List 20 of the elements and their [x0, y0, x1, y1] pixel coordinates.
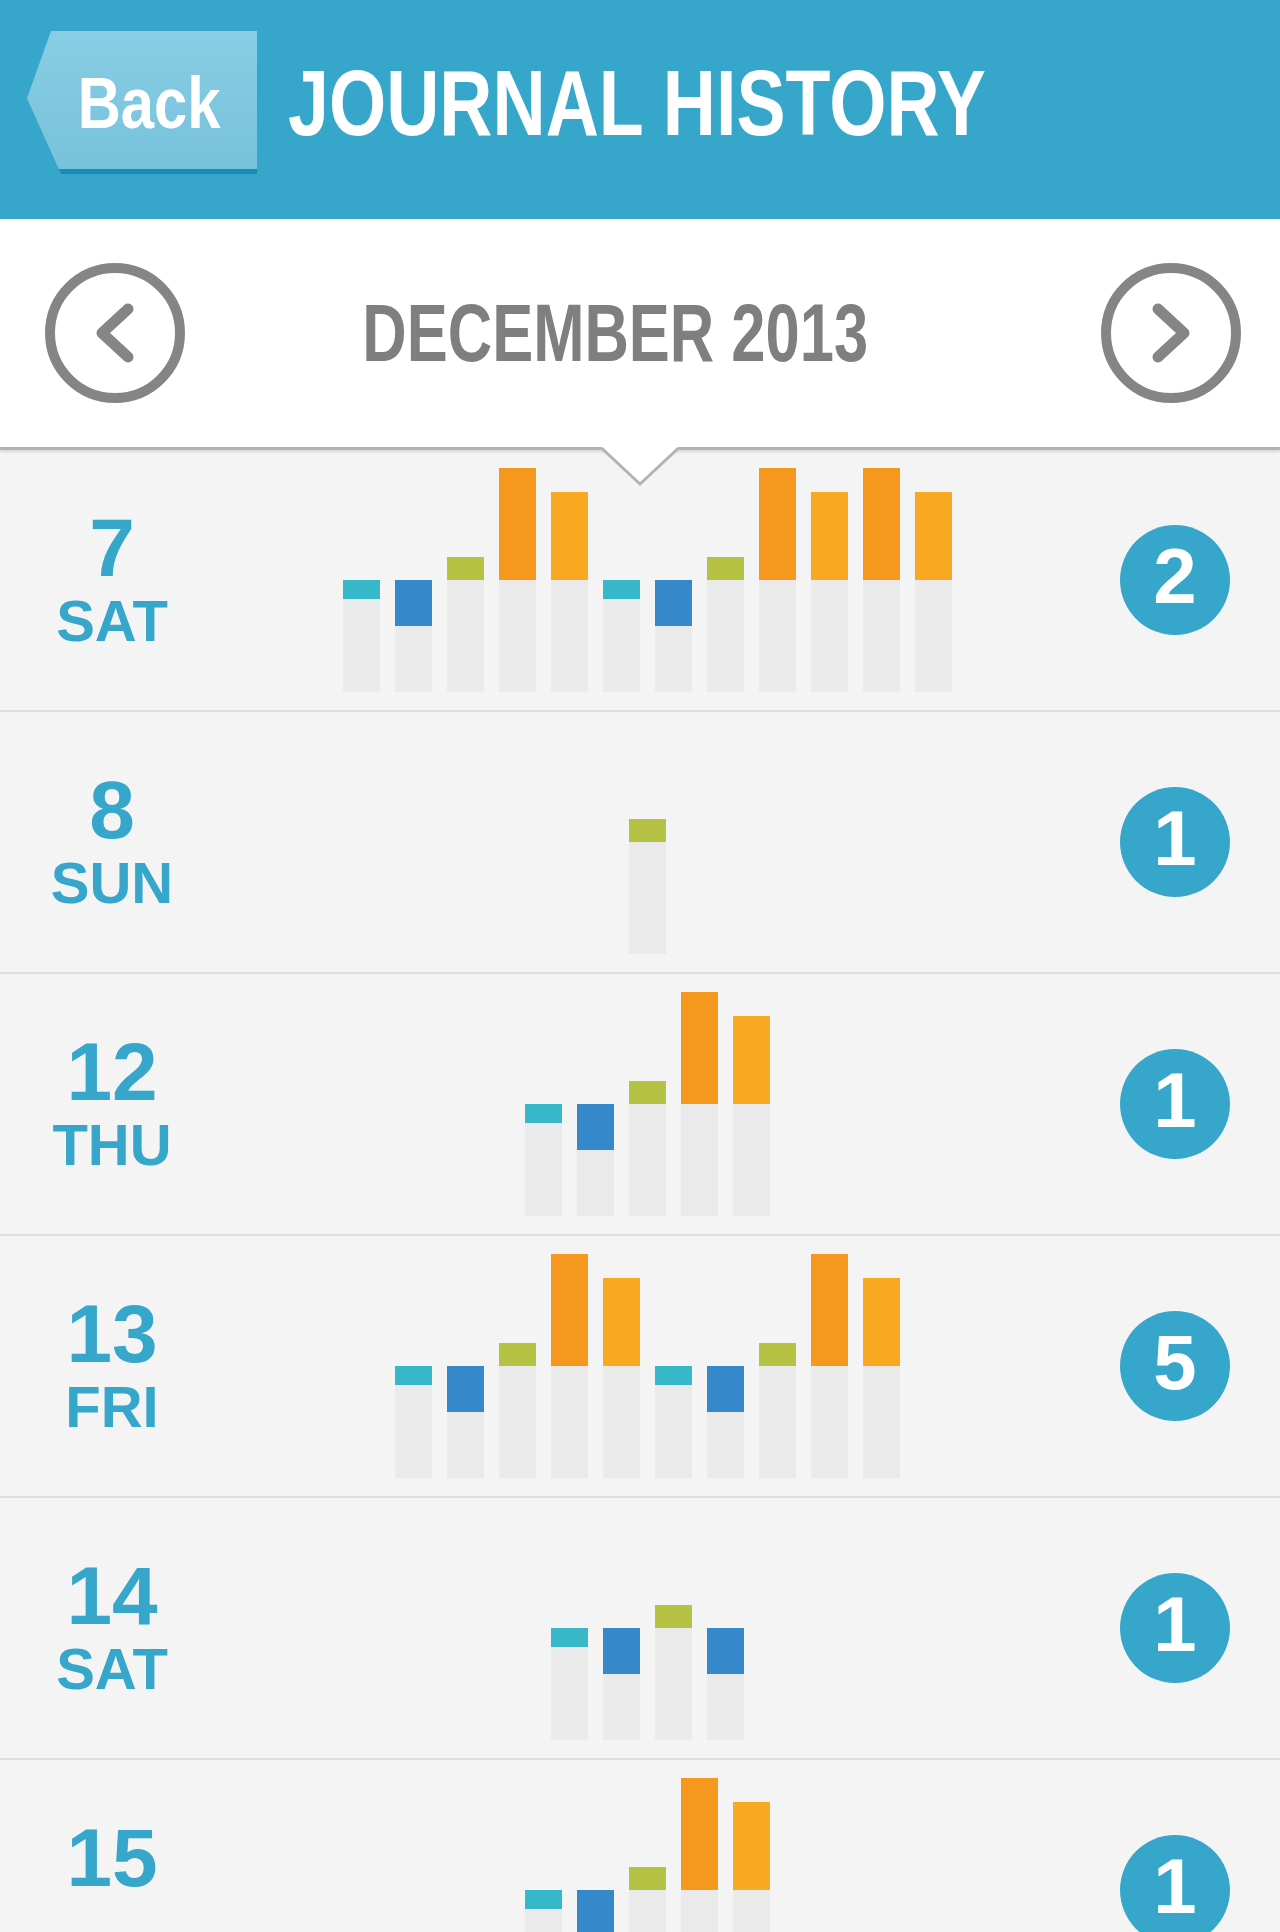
count-badge: 2 [1120, 525, 1230, 635]
weekday-label: SAT [56, 1640, 168, 1698]
weekday-label: SUN [50, 854, 174, 912]
day-number: 12 [66, 1037, 158, 1107]
day-number: 8 [89, 775, 135, 845]
count-badge: 1 [1120, 787, 1230, 897]
weekday-label: FRI [65, 1378, 159, 1436]
count-badge: 1 [1120, 1835, 1230, 1932]
month-title: DECEMBER 2013 [362, 292, 868, 374]
day-number: 14 [66, 1561, 158, 1631]
back-button[interactable]: Back [27, 31, 257, 174]
day-number: 15 [66, 1823, 158, 1893]
count-badge: 1 [1120, 1049, 1230, 1159]
day-number: 7 [89, 513, 135, 583]
weekday-label: THU [52, 1116, 172, 1174]
count-badge: 1 [1120, 1573, 1230, 1683]
page-title: JOURNAL HISTORY [288, 56, 986, 149]
weekday-label: SAT [56, 592, 168, 650]
count-badge: 5 [1120, 1311, 1230, 1421]
day-number: 13 [66, 1299, 158, 1369]
